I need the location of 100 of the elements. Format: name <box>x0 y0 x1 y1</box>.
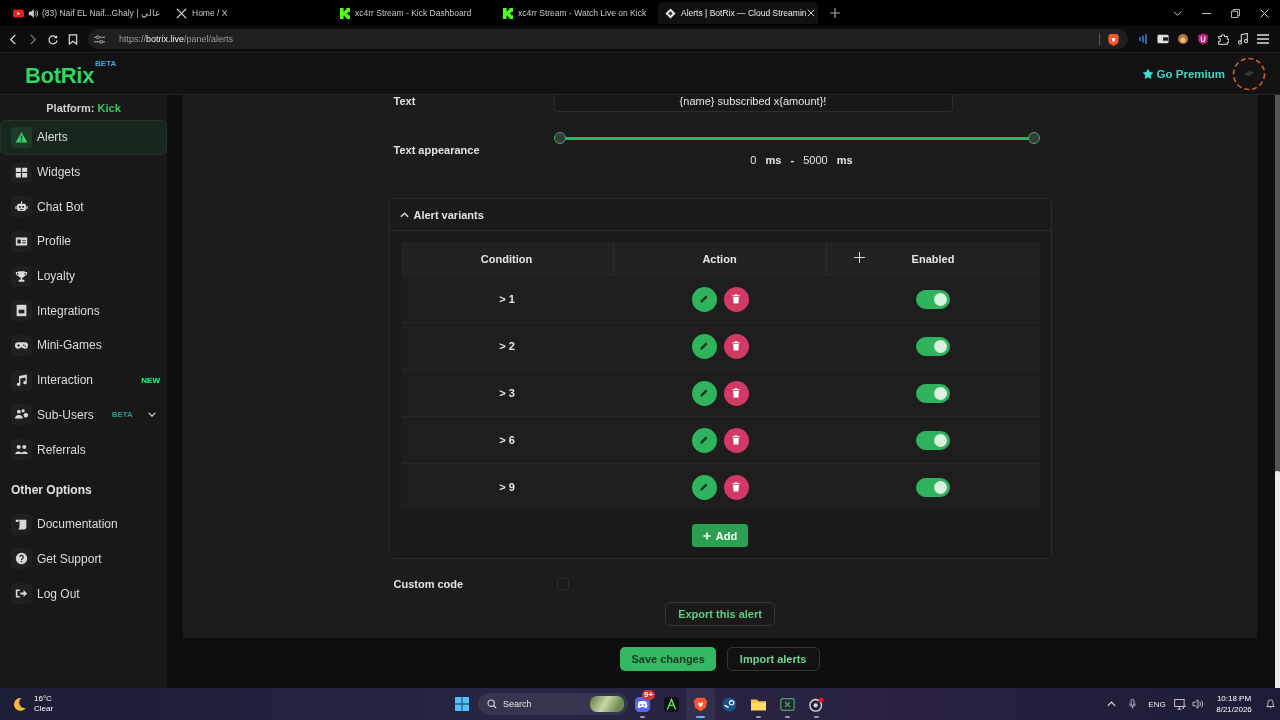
trash-icon <box>731 388 741 398</box>
column-header: Condition <box>400 242 614 275</box>
browser-tab[interactable]: Alerts | BotRix — Cloud Streamin <box>658 2 818 24</box>
sidebar-item[interactable]: Integrations <box>0 293 167 329</box>
sidebar-item[interactable]: Widgets <box>0 154 167 190</box>
gamepad-icon <box>11 334 32 356</box>
platform-label: Platform: <box>46 101 95 114</box>
edit-button[interactable] <box>691 427 717 453</box>
sidebar-item[interactable]: Referrals <box>0 432 167 467</box>
avatar-icon[interactable] <box>1232 56 1266 91</box>
taskbar-app[interactable]: 9+ <box>628 688 657 720</box>
sidebar-item[interactable]: Documentation <box>0 506 167 542</box>
language-indicator[interactable]: ENG <box>1143 699 1171 709</box>
sidebar-item[interactable]: Sub-Users BETA <box>0 397 167 433</box>
go-premium-link[interactable]: Go Premium <box>1141 67 1225 80</box>
notification-count: 9+ <box>642 690 656 700</box>
speaker-icon[interactable] <box>1190 699 1206 709</box>
delete-button[interactable] <box>723 474 749 500</box>
toggle-switch[interactable] <box>916 430 950 450</box>
play-icon <box>13 7 24 19</box>
toggle-switch[interactable] <box>916 477 950 497</box>
clock-date[interactable]: 8/21/2026 <box>1216 704 1252 715</box>
picture-placeholder <box>590 696 624 712</box>
restore-icon[interactable] <box>1231 8 1240 18</box>
scrollbar-track[interactable] <box>1275 95 1280 688</box>
range-slider[interactable] <box>553 132 1040 144</box>
browser-tab[interactable]: (83) Naif EL Naif...Ghaly | عالي <box>6 2 166 24</box>
ring-dot-icon <box>809 696 824 712</box>
edit-button[interactable] <box>691 333 717 359</box>
ring-circle-icon <box>722 696 737 712</box>
tag-label: NEW <box>141 375 160 385</box>
slider-handle[interactable] <box>1027 132 1040 144</box>
field-label: Text <box>392 95 417 107</box>
sidebar-item[interactable]: Mini-Games <box>0 328 167 363</box>
peak-line-icon <box>664 696 679 712</box>
trash-icon <box>731 435 741 445</box>
diamond-icon <box>665 7 676 19</box>
import-button[interactable]: Import alerts <box>726 647 820 671</box>
slider-handle[interactable] <box>553 132 566 144</box>
url-text[interactable]: https://botrix.live/panel/alerts <box>119 34 234 44</box>
browser-tab[interactable]: xc4rr Stream - Kick Dashboard <box>332 2 492 24</box>
chevron-down-icon[interactable] <box>1173 8 1182 18</box>
pencil-icon <box>699 435 709 445</box>
time-range-readout: 0 ms - 5000 ms <box>749 154 854 166</box>
column-header: Action <box>613 242 827 275</box>
chat-box-icon <box>11 300 32 322</box>
sidebar-item[interactable]: Loyalty <box>0 258 167 294</box>
pencil-icon <box>699 388 709 398</box>
browser-tab[interactable]: xc4rr Stream - Watch Live on Kick <box>495 2 655 24</box>
toggle-switch[interactable] <box>916 289 950 309</box>
lion-shield-icon[interactable] <box>1108 32 1119 46</box>
chevron-down-icon[interactable] <box>148 412 156 418</box>
condition-cell: > 3 <box>499 387 515 399</box>
export-button[interactable]: Export this alert <box>665 602 775 626</box>
field-label: Text appearance <box>392 143 481 156</box>
edit-button[interactable] <box>691 286 717 312</box>
sidebar-item[interactable]: Interaction NEW <box>0 362 167 398</box>
id-card-icon <box>11 230 32 252</box>
new-tab-plus-icon[interactable] <box>830 8 840 18</box>
logo[interactable]: BotRix <box>25 64 95 88</box>
scrollbar-thumb[interactable] <box>1275 471 1280 688</box>
pencil-icon <box>699 482 709 492</box>
temperature-text[interactable]: 16°C <box>34 694 54 704</box>
lion-shield-icon <box>693 696 708 712</box>
browser-tab[interactable]: Home / X <box>169 2 329 24</box>
section-heading: Other Options <box>10 481 93 499</box>
sidebar-item[interactable]: Chat Bot <box>0 189 167 225</box>
edit-button[interactable] <box>691 474 717 500</box>
delete-button[interactable] <box>723 380 749 406</box>
search-field[interactable]: Search <box>478 693 628 715</box>
delete-button[interactable] <box>723 427 749 453</box>
toggle-switch[interactable] <box>916 383 950 403</box>
close-icon[interactable] <box>1260 8 1269 18</box>
delete-button[interactable] <box>723 333 749 359</box>
close-icon[interactable] <box>806 9 815 17</box>
sidebar-item[interactable]: Log Out <box>0 576 167 611</box>
tag-label: BETA <box>111 410 133 420</box>
collapse-header[interactable]: Alert variants <box>389 199 1051 231</box>
edit-button[interactable] <box>691 380 717 406</box>
pencil-icon <box>699 294 709 304</box>
sidebar-item[interactable]: Profile <box>0 224 167 259</box>
x-mark-icon <box>176 7 187 19</box>
users-icon <box>11 404 32 426</box>
sidebar-item[interactable]: Get Support <box>0 541 167 577</box>
sidebar-item[interactable]: Alerts <box>0 120 167 155</box>
taskbar-app[interactable] <box>686 688 715 720</box>
crosshair-cursor-icon <box>853 252 865 263</box>
weather-condition[interactable]: Clear <box>34 704 54 714</box>
moon-icon[interactable] <box>12 696 27 712</box>
block-k-icon <box>502 7 513 19</box>
speaker-icon <box>28 7 38 19</box>
sliders-icon[interactable] <box>94 34 105 44</box>
toggle-switch[interactable] <box>916 336 950 356</box>
controller-tile-icon <box>635 696 650 712</box>
clock-time[interactable]: 10:18 PM <box>1216 693 1252 704</box>
delete-button[interactable] <box>723 286 749 312</box>
save-button[interactable]: Save changes <box>620 647 716 671</box>
field-label: Custom code <box>392 578 465 590</box>
address-bar[interactable]: https://botrix.live/panel/alerts <box>88 29 1128 49</box>
text-input[interactable]: {name} subscribed x{amount}! <box>553 95 953 112</box>
